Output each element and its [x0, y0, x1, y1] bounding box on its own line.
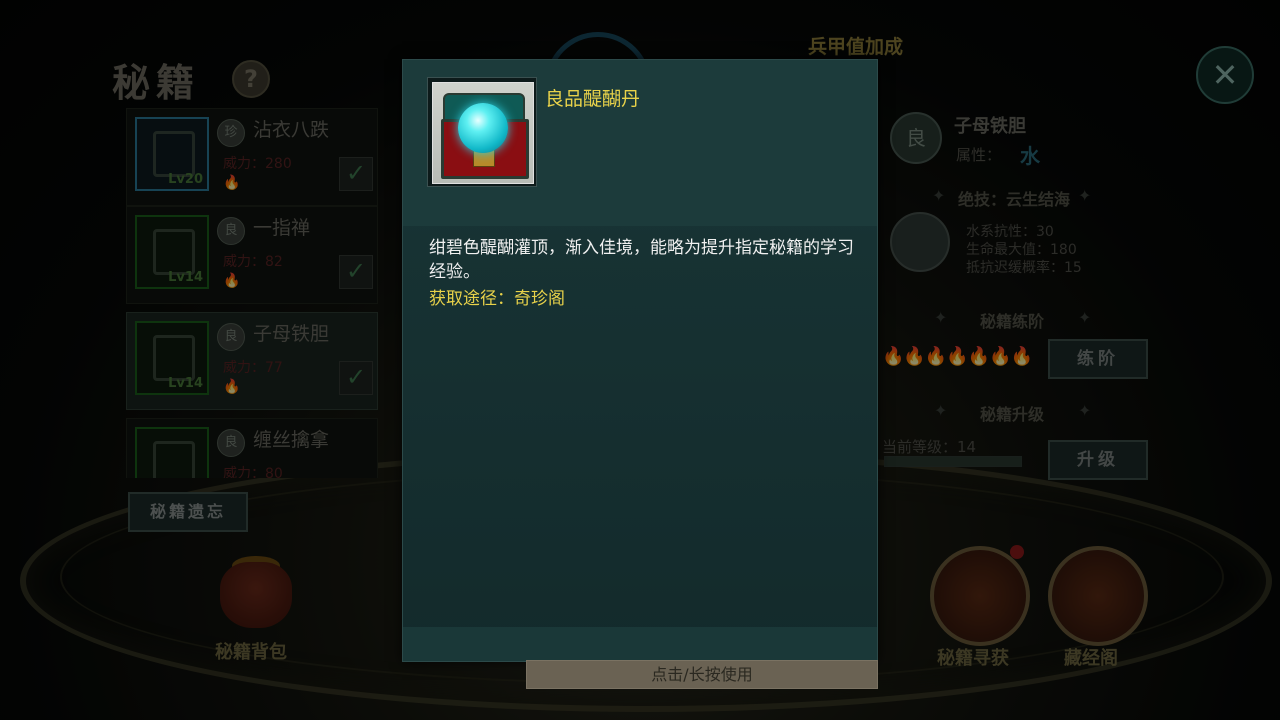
- pearl: [458, 103, 508, 153]
- item-tooltip-dialog: 良品醍醐丹 绀碧色醍醐灌顶，渐入佳境，能略为提升指定秘籍的学习经验。 获取途径：…: [402, 59, 878, 662]
- use-item-button[interactable]: 点击/长按使用: [526, 660, 878, 689]
- item-description: 绀碧色醍醐灌顶，渐入佳境，能略为提升指定秘籍的学习经验。: [429, 238, 854, 282]
- item-source: 获取途径：奇珍阁: [429, 289, 565, 309]
- item-name: 良品醍醐丹: [545, 88, 641, 110]
- item-frame: [427, 77, 537, 187]
- jade-pearl-chest-icon: [432, 82, 534, 184]
- dialog-footer: [403, 627, 877, 661]
